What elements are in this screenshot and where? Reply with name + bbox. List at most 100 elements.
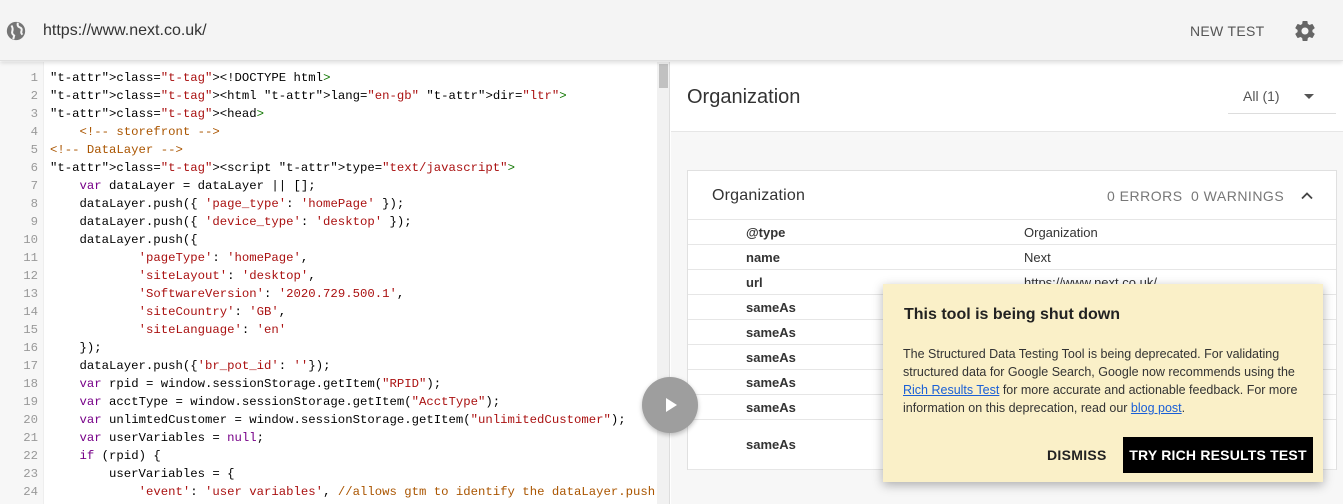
url-input[interactable]: [43, 19, 743, 43]
code-text: 'siteLayout': 'desktop',: [138, 269, 316, 283]
code-text: "t-attr">class="t-tag"><script "t-attr">…: [50, 161, 515, 175]
line-number: 1: [30, 71, 38, 85]
line-number: 22: [23, 449, 38, 463]
code-text: if (rpid) {: [79, 449, 161, 463]
line-number: 3: [30, 107, 38, 121]
code-line[interactable]: 15 'siteLanguage': 'en': [0, 321, 669, 339]
property-key: sameAs: [746, 300, 796, 315]
code-text: var dataLayer = dataLayer || [];: [79, 179, 316, 193]
code-text: dataLayer.push({ 'device_type': 'desktop…: [50, 215, 412, 229]
code-line[interactable]: 22 if (rpid) {: [0, 447, 669, 465]
line-number: 19: [23, 395, 38, 409]
code-text: 'event': 'user variables', //allows gtm …: [138, 485, 656, 499]
property-value: Organization: [1024, 225, 1098, 240]
editor-scrollbar[interactable]: [657, 62, 669, 504]
code-text: <!-- DataLayer -->: [50, 143, 183, 157]
property-key: sameAs: [746, 375, 796, 390]
results-filter-label: All (1): [1243, 88, 1280, 104]
property-value: Next: [1024, 250, 1051, 265]
line-number: 11: [23, 251, 38, 265]
code-line[interactable]: 21 var userVariables = null;: [0, 429, 669, 447]
line-number: 4: [30, 125, 38, 139]
property-key: sameAs: [746, 325, 796, 340]
property-key: @type: [746, 225, 786, 240]
card-header[interactable]: Organization 0 ERRORS 0 WARNINGS: [688, 171, 1336, 220]
line-number: 17: [23, 359, 38, 373]
code-line[interactable]: 23 userVariables = {: [0, 465, 669, 483]
code-line[interactable]: 10 dataLayer.push({: [0, 231, 669, 249]
code-text: 'siteCountry': 'GB',: [138, 305, 287, 319]
line-number: 5: [30, 143, 38, 157]
property-key: sameAs: [746, 437, 796, 452]
chevron-up-icon[interactable]: [1299, 188, 1315, 204]
property-key: sameAs: [746, 400, 796, 415]
code-text: userVariables = {: [50, 467, 235, 481]
code-line[interactable]: 19 var acctType = window.sessionStorage.…: [0, 393, 669, 411]
code-line[interactable]: 9 dataLayer.push({ 'device_type': 'deskt…: [0, 213, 669, 231]
code-text: var unlimtedCustomer = window.sessionSto…: [79, 413, 626, 427]
property-key: url: [746, 275, 763, 290]
property-key: name: [746, 250, 780, 265]
try-rich-results-test-button[interactable]: TRY RICH RESULTS TEST: [1123, 437, 1313, 473]
code-line[interactable]: 12 'siteLayout': 'desktop',: [0, 267, 669, 285]
code-line[interactable]: 18 var rpid = window.sessionStorage.getI…: [0, 375, 669, 393]
code-text: 'siteLanguage': 'en': [138, 323, 287, 337]
errors-count: 0 ERRORS: [1107, 188, 1183, 204]
code-line[interactable]: 14 'siteCountry': 'GB',: [0, 303, 669, 321]
blog-post-link[interactable]: blog post: [1131, 401, 1182, 415]
code-line[interactable]: 17 dataLayer.push({'br_pot_id': ''});: [0, 357, 669, 375]
code-line[interactable]: 24 'event': 'user variables', //allows g…: [0, 483, 669, 501]
code-line[interactable]: 1 "t-attr">class="t-tag"><!DOCTYPE html>: [0, 69, 669, 87]
line-number: 6: [30, 161, 38, 175]
editor-scroll-thumb[interactable]: [659, 64, 668, 88]
code-text: dataLayer.push({: [50, 233, 198, 247]
gear-icon[interactable]: [1293, 19, 1317, 43]
code-line[interactable]: 11 'pageType': 'homePage',: [0, 249, 669, 267]
code-text: 'pageType': 'homePage',: [138, 251, 309, 265]
results-title: Organization: [687, 86, 801, 108]
run-test-button[interactable]: [642, 377, 698, 433]
code-line[interactable]: 16 });: [0, 339, 669, 357]
code-text: 'SoftwareVersion': '2020.729.500.1',: [138, 287, 405, 301]
results-filter-dropdown[interactable]: All (1): [1228, 82, 1336, 114]
code-text: dataLayer.push({'br_pot_id': ''});: [50, 359, 331, 373]
dialog-body-text-1: The Structured Data Testing Tool is bein…: [903, 347, 1295, 379]
code-line[interactable]: 2 "t-attr">class="t-tag"><html "t-attr">l…: [0, 87, 669, 105]
property-row: name Next: [688, 245, 1336, 270]
warnings-count: 0 WARNINGS: [1191, 188, 1285, 204]
line-number: 7: [30, 179, 38, 193]
top-bar: NEW TEST: [0, 0, 1343, 61]
code-line[interactable]: 8 dataLayer.push({ 'page_type': 'homePag…: [0, 195, 669, 213]
line-number: 12: [23, 269, 38, 283]
code-line[interactable]: 5 <!-- DataLayer -->: [0, 141, 669, 159]
code-line[interactable]: 13 'SoftwareVersion': '2020.729.500.1',: [0, 285, 669, 303]
code-line[interactable]: 6 "t-attr">class="t-tag"><script "t-attr"…: [0, 159, 669, 177]
shutdown-notice-dialog: This tool is being shut down The Structu…: [883, 284, 1323, 482]
rich-results-test-link[interactable]: Rich Results Test: [903, 383, 999, 397]
code-text: dataLayer.push({ 'page_type': 'homePage'…: [50, 197, 405, 211]
line-number: 14: [23, 305, 38, 319]
line-number: 8: [30, 197, 38, 211]
line-number: 24: [23, 485, 38, 499]
code-editor[interactable]: 1 "t-attr">class="t-tag"><!DOCTYPE html> 2…: [0, 62, 670, 504]
code-line[interactable]: 4 <!-- storefront -->: [0, 123, 669, 141]
dialog-title: This tool is being shut down: [904, 306, 1120, 323]
code-text: "t-attr">class="t-tag"><head>: [50, 107, 265, 121]
card-title: Organization: [712, 187, 806, 204]
play-icon: [666, 398, 677, 412]
code-line[interactable]: 3 "t-attr">class="t-tag"><head>: [0, 105, 669, 123]
code-text: "t-attr">class="t-tag"><html "t-attr">la…: [50, 89, 567, 103]
code-text: var rpid = window.sessionStorage.getItem…: [79, 377, 442, 391]
line-number: 13: [23, 287, 38, 301]
code-lines[interactable]: 1 "t-attr">class="t-tag"><!DOCTYPE html> 2…: [0, 69, 669, 501]
line-number: 16: [23, 341, 38, 355]
line-number: 23: [23, 467, 38, 481]
line-number: 2: [30, 89, 38, 103]
code-text: });: [50, 341, 102, 355]
globe-icon: [6, 21, 26, 41]
chevron-down-icon: [1304, 94, 1314, 99]
new-test-button[interactable]: NEW TEST: [1182, 18, 1272, 44]
dismiss-button[interactable]: DISMISS: [1043, 438, 1111, 472]
code-line[interactable]: 20 var unlimtedCustomer = window.session…: [0, 411, 669, 429]
code-line[interactable]: 7 var dataLayer = dataLayer || [];: [0, 177, 669, 195]
